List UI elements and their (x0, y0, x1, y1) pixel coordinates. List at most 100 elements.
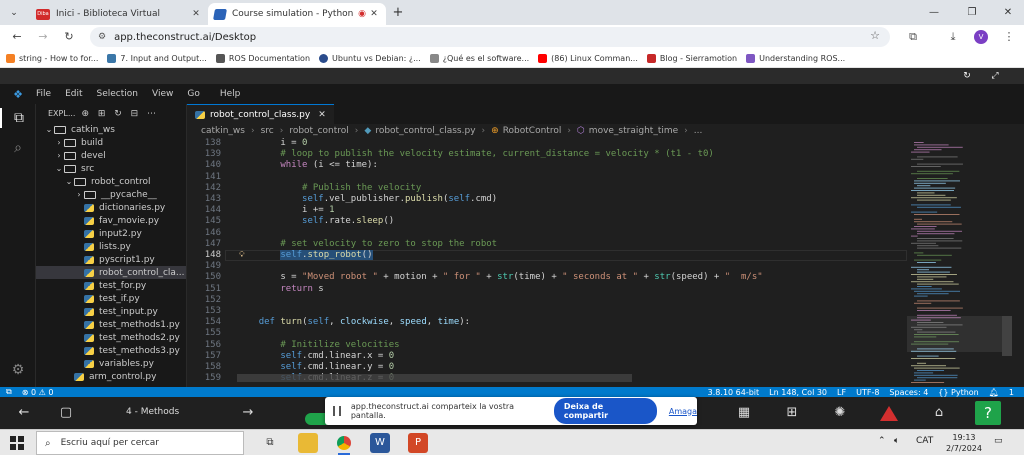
tree-file[interactable]: fav_movie.py (36, 214, 186, 227)
chrome-icon[interactable] (334, 433, 354, 455)
code-line[interactable]: self.rate.sleep() (237, 216, 394, 227)
address-bar[interactable]: ⚙ app.theconstruct.ai/Desktop ☆ (90, 27, 890, 47)
breadcrumb-item[interactable]: move_straight_time (589, 126, 678, 136)
tree-file[interactable]: lists.py (36, 240, 186, 253)
code-line[interactable]: # Publish the velocity (237, 183, 421, 194)
indentation[interactable]: Spaces: 4 (889, 388, 928, 397)
minimize-button[interactable]: — (924, 5, 944, 21)
menu-file[interactable]: File (36, 89, 51, 99)
remote-indicator-icon[interactable]: ⧉ (6, 387, 12, 397)
speaker-icon[interactable]: 🔈︎ (894, 436, 899, 446)
notifications-bell-icon[interactable]: 🔔︎ (989, 388, 999, 397)
minimap-viewport[interactable] (907, 316, 1002, 352)
menu-edit[interactable]: Edit (65, 89, 82, 99)
code-line[interactable]: # set velocity to zero to stop the robot (237, 239, 497, 250)
tree-file[interactable]: input2.py (36, 227, 186, 240)
code-line[interactable]: # Initilize velocities (237, 340, 399, 351)
tree-file[interactable]: pyscript1.py (36, 253, 186, 266)
scrollbar-thumb[interactable] (1002, 316, 1012, 356)
tree-folder[interactable]: ⌄ robot_control (36, 175, 186, 188)
tree-file[interactable]: robot_control_cla... (36, 266, 186, 279)
editor-tab-active[interactable]: robot_control_class.py ✕ (187, 104, 334, 124)
code-line[interactable]: # loop to publish the velocity estimate,… (237, 149, 713, 160)
tab-search-chevron-icon[interactable]: ⌄ (6, 5, 22, 21)
tree-folder[interactable]: › __pycache__ (36, 188, 186, 201)
menu-view[interactable]: View (152, 89, 173, 99)
code-line[interactable]: while (i <= time): (237, 160, 378, 171)
clock[interactable]: 19:13 2/7/2024 (944, 432, 984, 454)
restore-button[interactable]: ❐ (962, 5, 982, 21)
download-icon[interactable]: ⤓ (944, 29, 962, 45)
back-arrow-icon[interactable]: ← (8, 29, 26, 45)
bookmark-item[interactable]: Blog - Sierramotion (646, 53, 737, 63)
encoding[interactable]: UTF-8 (856, 388, 879, 397)
fullscreen-icon[interactable]: ⤢ (988, 70, 1002, 82)
tree-file[interactable]: dictionaries.py (36, 201, 186, 214)
language-mode[interactable]: {} Python (938, 388, 978, 397)
code-line[interactable]: self.stop_robot() (237, 250, 373, 261)
close-tab-icon[interactable]: ✕ (368, 9, 380, 19)
menu-go[interactable]: Go (187, 89, 199, 99)
breadcrumb-item[interactable]: robot_control_class.py (375, 126, 475, 136)
end-of-line[interactable]: LF (837, 388, 846, 397)
tree-file[interactable]: test_methods3.py (36, 344, 186, 357)
minimap[interactable] (907, 138, 1002, 387)
refresh-icon[interactable]: ↻ (960, 70, 974, 82)
tree-file[interactable]: arm_control.py (36, 370, 186, 383)
back-arrow-icon[interactable]: ← (12, 403, 36, 423)
tree-file[interactable]: test_methods1.py (36, 318, 186, 331)
breadcrumb-item[interactable]: robot_control (289, 126, 348, 136)
bookmark-star-icon[interactable]: ☆ (870, 29, 880, 42)
reload-icon[interactable]: ↻ (60, 29, 78, 45)
grid-icon[interactable]: ▦ (732, 403, 756, 423)
code-line[interactable]: s = "Moved robot " + motion + " for " + … (237, 272, 762, 283)
explorer-files-icon[interactable]: ⧉ (0, 108, 36, 128)
breadcrumb-item[interactable]: RobotControl (503, 126, 562, 136)
openai-icon[interactable]: ✺ (828, 403, 852, 423)
breadcrumb-item[interactable]: catkin_ws (201, 126, 245, 136)
python-interpreter[interactable]: 3.8.10 64-bit (708, 388, 760, 397)
home-icon[interactable]: ⌂ (927, 403, 951, 423)
code-line[interactable]: self.vel_publisher.publish(self.cmd) (237, 194, 497, 205)
word-icon[interactable]: W (370, 433, 390, 453)
profile-avatar[interactable]: V (974, 30, 988, 44)
tree-folder[interactable]: ⌄ src (36, 162, 186, 175)
code-line[interactable]: def turn(self, clockwise, speed, time): (237, 317, 470, 328)
forward-arrow-icon[interactable]: → (236, 403, 260, 423)
code-line[interactable]: return s (237, 284, 323, 295)
bookmark-item[interactable]: string - How to for... (6, 53, 98, 63)
explorer-toolbar[interactable]: ⊕ ⊞ ↻ ⊟ ⋯ (81, 109, 159, 119)
url-text[interactable]: app.theconstruct.ai/Desktop (114, 32, 256, 43)
search-icon[interactable]: ⌕ (8, 138, 28, 158)
vertical-scrollbar[interactable] (1002, 138, 1012, 387)
settings-gear-icon[interactable]: ⚙ (8, 360, 28, 380)
tree-folder[interactable]: › devel (36, 149, 186, 162)
tree-file[interactable]: variables.py (36, 357, 186, 370)
tab-biblioteca[interactable]: Diba Inici - Biblioteca Virtual ✕ (30, 3, 208, 25)
tree-file[interactable]: test_if.py (36, 292, 186, 305)
tree-file[interactable]: test_input.py (36, 305, 186, 318)
window-icon[interactable]: ▢ (54, 403, 78, 423)
tree-folder[interactable]: › build (36, 136, 186, 149)
breadcrumb-item[interactable]: ... (694, 126, 703, 136)
more-menu-icon[interactable]: ⋮ (1000, 29, 1018, 45)
notification-center-icon[interactable]: ▭ (994, 436, 1003, 446)
horizontal-scrollbar[interactable] (237, 374, 632, 382)
layout-icon[interactable]: ⊞ (780, 403, 804, 423)
tree-file[interactable]: test_methods2.py (36, 331, 186, 344)
language-indicator[interactable]: CAT (916, 436, 933, 446)
bookmark-item[interactable]: 7. Input and Output... (107, 53, 207, 63)
taskbar-search[interactable]: ⌕ Escriu aquí per cercar (36, 431, 244, 455)
powerpoint-icon[interactable]: P (408, 433, 428, 453)
stop-sharing-button[interactable]: Deixa de compartir (553, 398, 657, 424)
bookmark-item[interactable]: ¿Qué es el software... (429, 53, 529, 63)
tray-chevron-icon[interactable]: ⌃ (878, 436, 886, 446)
help-button[interactable]: ? (975, 401, 1001, 425)
close-tab-icon[interactable]: ✕ (190, 9, 202, 19)
tab-course-simulation[interactable]: Course simulation - Python ◉ ✕ (208, 3, 386, 25)
breadcrumb-item[interactable]: src (261, 126, 274, 136)
code-editor[interactable]: 138 i = 0 139 # loop to publish the veloc… (187, 138, 907, 387)
close-icon[interactable]: ✕ (318, 110, 326, 120)
new-tab-button[interactable]: + (390, 5, 406, 21)
hide-link[interactable]: Amaga (669, 407, 697, 416)
